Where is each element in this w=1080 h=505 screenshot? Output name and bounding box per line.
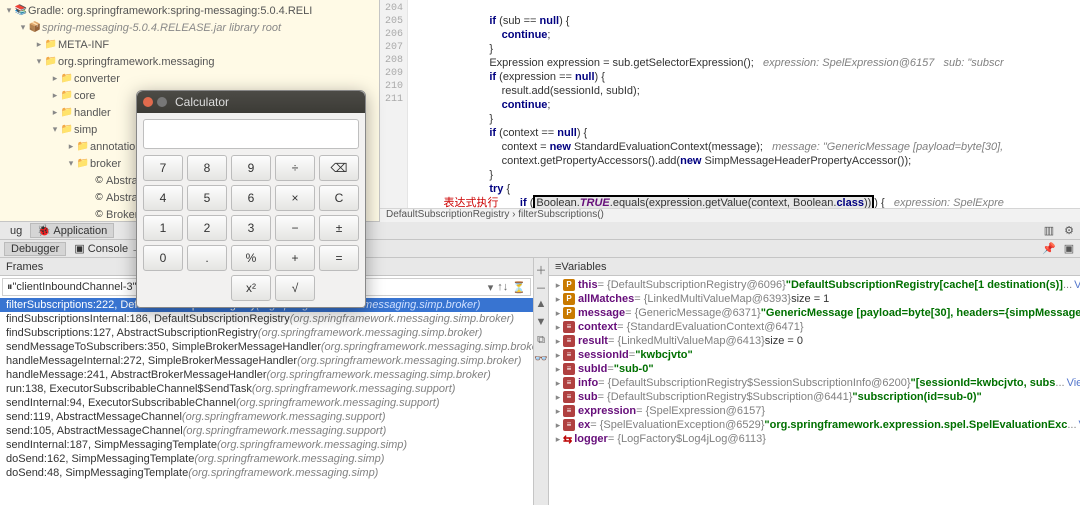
remove-watch-icon[interactable]: － [534, 280, 548, 294]
calc-key[interactable]: + [275, 245, 315, 271]
calc-key[interactable]: % [231, 245, 271, 271]
line-gutter: 204 205 206 207 208 209 210 211 [380, 0, 408, 221]
run-config-application[interactable]: 🐞 Application [30, 223, 114, 238]
layout-icon[interactable]: ▥ [1042, 224, 1056, 237]
variable-toolbar: ＋ － ▲ ▼ ⧉ 👓 [534, 258, 549, 505]
calc-key[interactable]: x² [231, 275, 271, 301]
calc-key[interactable]: 8 [187, 155, 227, 181]
settings-icon[interactable]: ⚙ [1062, 224, 1076, 237]
stack-frame[interactable]: doSend:48, SimpMessagingTemplate (org.sp… [0, 466, 533, 480]
calc-key[interactable]: 2 [187, 215, 227, 241]
stack-frame[interactable]: sendInternal:187, SimpMessagingTemplate … [0, 438, 533, 452]
variable-row[interactable]: ▸≡ex = {SpelEvaluationException@6529} "o… [549, 418, 1080, 432]
variable-row[interactable]: ▸Pthis = {DefaultSubscriptionRegistry@60… [549, 278, 1080, 292]
copy-icon[interactable]: ⧉ [534, 334, 548, 348]
breadcrumb-class[interactable]: DefaultSubscriptionRegistry [386, 209, 509, 220]
stack-frame[interactable]: findSubscriptionsInternal:186, DefaultSu… [0, 312, 533, 326]
tree-item[interactable]: ▾📦spring-messaging-5.0.4.RELEASE.jar lib… [0, 19, 379, 36]
calc-key[interactable]: 3 [231, 215, 271, 241]
stack-frame[interactable]: handleMessage:241, AbstractBrokerMessage… [0, 368, 533, 382]
calc-key[interactable]: 0 [143, 245, 183, 271]
minimize-icon[interactable] [157, 97, 167, 107]
calc-key[interactable]: 1 [143, 215, 183, 241]
next-frame-icon[interactable]: ↓ [503, 281, 509, 293]
calc-key[interactable]: × [275, 185, 315, 211]
stack-frame[interactable]: send:105, AbstractMessageChannel (org.sp… [0, 424, 533, 438]
code-body[interactable]: if (sub == null) { continue; } Expressio… [408, 0, 1080, 221]
calculator-titlebar[interactable]: Calculator [137, 91, 365, 113]
chevron-down-icon[interactable]: ▾ [488, 281, 494, 294]
breadcrumb-method[interactable]: filterSubscriptions() [518, 209, 604, 220]
stack-frame[interactable]: doSend:162, SimpMessagingTemplate (org.s… [0, 452, 533, 466]
variable-row[interactable]: ▸≡info = {DefaultSubscriptionRegistry$Se… [549, 376, 1080, 390]
tree-item[interactable]: ▸📁META-INF [0, 36, 379, 53]
calc-key[interactable]: . [187, 245, 227, 271]
stack-frame[interactable]: sendInternal:94, ExecutorSubscribableCha… [0, 396, 533, 410]
restore-icon[interactable]: ▣ [1062, 242, 1076, 255]
calculator-window[interactable]: Calculator 789÷⌫ 456×C 123−±0.%+= x²√ [136, 90, 366, 308]
variable-row[interactable]: ▸≡sub = {DefaultSubscriptionRegistry$Sub… [549, 390, 1080, 404]
variable-row[interactable]: ▸Pmessage = {GenericMessage@6371} "Gener… [549, 306, 1080, 320]
tab-debugger[interactable]: Debugger [4, 242, 66, 256]
gradle-root[interactable]: ▾ 📚 Gradle: org.springframework:spring-m… [0, 2, 379, 19]
calculator-title: Calculator [175, 95, 229, 109]
variable-list[interactable]: ▸Pthis = {DefaultSubscriptionRegistry@60… [549, 276, 1080, 505]
gradle-root-label: Gradle: org.springframework:spring-messa… [28, 5, 312, 17]
tree-item[interactable]: ▸📁converter [0, 70, 379, 87]
calc-key[interactable]: 4 [143, 185, 183, 211]
close-icon[interactable] [143, 97, 153, 107]
calc-key[interactable]: √ [275, 275, 315, 301]
calc-key[interactable]: ± [319, 215, 359, 241]
calc-key[interactable]: = [319, 245, 359, 271]
tree-item[interactable]: ▾📁org.springframework.messaging [0, 53, 379, 70]
add-watch-icon[interactable]: ＋ [534, 262, 548, 276]
variable-row[interactable]: ▸⇆logger = {LogFactory$Log4jLog@6113} [549, 432, 1080, 446]
variables-title: Variables [561, 261, 606, 273]
glasses-icon[interactable]: 👓 [534, 352, 548, 366]
calc-key[interactable]: 7 [143, 155, 183, 181]
calc-key[interactable]: ⌫ [319, 155, 359, 181]
stack-frame[interactable]: run:138, ExecutorSubscribableChannel$Sen… [0, 382, 533, 396]
up-icon[interactable]: ▲ [534, 298, 548, 312]
pin-icon[interactable]: 📌 [1042, 242, 1056, 255]
stack-frame[interactable]: send:119, AbstractMessageChannel (org.sp… [0, 410, 533, 424]
variable-row[interactable]: ▸≡expression = {SpelExpression@6157} [549, 404, 1080, 418]
calc-key[interactable]: ÷ [275, 155, 315, 181]
variable-row[interactable]: ▸≡result = {LinkedMultiValueMap@6413} si… [549, 334, 1080, 348]
stack-frame[interactable]: handleMessageInternal:272, SimpleBrokerM… [0, 354, 533, 368]
filter-icon[interactable]: ⏳ [512, 281, 526, 294]
variable-row[interactable]: ▸≡subId = "sub-0" [549, 362, 1080, 376]
frames-title: Frames [6, 261, 43, 273]
variable-row[interactable]: ▸≡context = {StandardEvaluationContext@6… [549, 320, 1080, 334]
breadcrumb[interactable]: DefaultSubscriptionRegistry › filterSubs… [380, 208, 1080, 222]
variables-panel: ≡ Variables ▸Pthis = {DefaultSubscriptio… [549, 258, 1080, 505]
stack-frames[interactable]: filterSubscriptions:222, DefaultSubscrip… [0, 298, 533, 505]
calc-key[interactable]: 5 [187, 185, 227, 211]
code-editor[interactable]: 204 205 206 207 208 209 210 211 if (sub … [380, 0, 1080, 221]
calc-key[interactable]: 9 [231, 155, 271, 181]
down-icon[interactable]: ▼ [534, 316, 548, 330]
calc-key[interactable]: − [275, 215, 315, 241]
variable-row[interactable]: ▸≡sessionId = "kwbcjvto" [549, 348, 1080, 362]
stack-frame[interactable]: sendMessageToSubscribers:350, SimpleBrok… [0, 340, 533, 354]
calculator-display [143, 119, 359, 149]
stack-frame[interactable]: findSubscriptions:127, AbstractSubscript… [0, 326, 533, 340]
debug-toolwindow-label: ug [4, 225, 28, 237]
variable-row[interactable]: ▸PallMatches = {LinkedMultiValueMap@6393… [549, 292, 1080, 306]
calc-key[interactable]: 6 [231, 185, 271, 211]
calc-key[interactable]: C [319, 185, 359, 211]
